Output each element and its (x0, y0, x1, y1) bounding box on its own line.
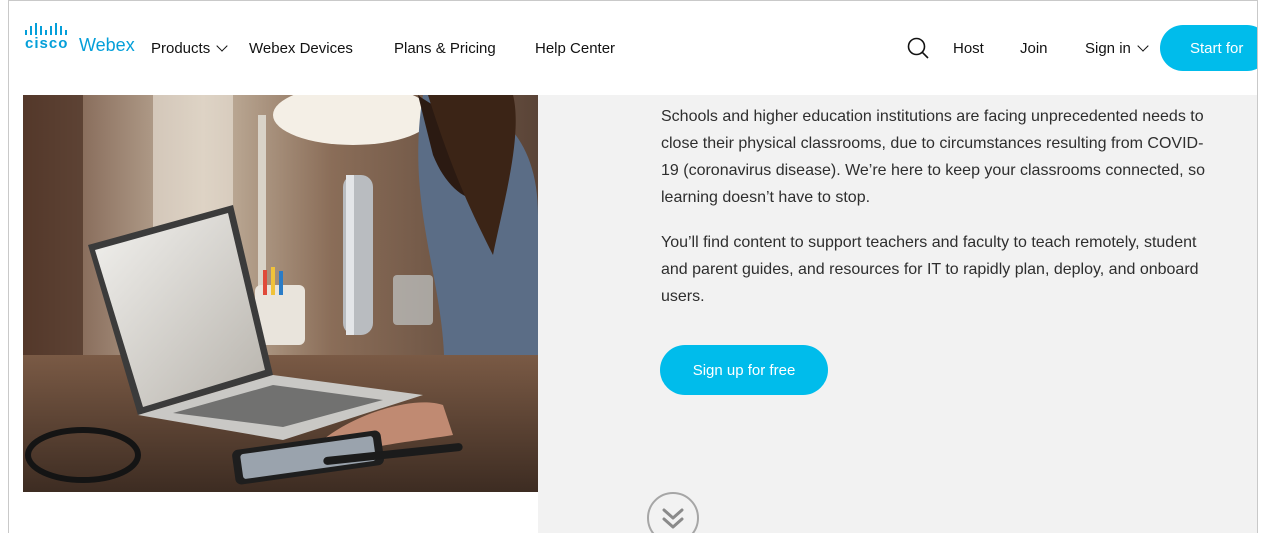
cisco-webex-logo[interactable]: cisco Webex (25, 23, 135, 63)
host-link[interactable]: Host (953, 38, 984, 58)
start-button-label: Start for (1190, 39, 1244, 57)
woman-with-laptop-illustration (23, 95, 538, 492)
join-label: Join (1020, 39, 1048, 57)
chevron-down-icon (1137, 39, 1149, 52)
host-label: Host (953, 39, 984, 57)
nav-products-label: Products (151, 39, 211, 57)
webex-wordmark: Webex (79, 35, 135, 55)
resources-paragraph: You’ll find content to support teachers … (661, 234, 1199, 305)
nav-help-center[interactable]: Help Center (535, 38, 615, 58)
nav-webex-devices-label: Webex Devices (249, 39, 353, 57)
hero-image (23, 95, 538, 492)
sign-in-label: Sign in (1085, 39, 1131, 57)
nav-help-center-label: Help Center (535, 39, 616, 57)
nav-plans-pricing[interactable]: Plans & Pricing (394, 38, 496, 58)
intro-paragraph: Schools and higher education institution… (661, 108, 1205, 206)
cisco-bridge-icon (25, 23, 75, 35)
sign-up-for-free-button[interactable]: Sign up for free (660, 345, 828, 395)
window-border-right (1257, 0, 1258, 533)
cisco-wordmark: cisco (25, 35, 69, 52)
search-icon[interactable] (906, 36, 930, 60)
cisco-logo: cisco (25, 23, 75, 51)
double-chevron-down-icon[interactable] (646, 491, 700, 533)
join-link[interactable]: Join (1020, 38, 1048, 58)
signup-button-label: Sign up for free (692, 361, 796, 379)
site-header: cisco Webex Products Webex Devices Plans… (9, 0, 1262, 95)
nav-plans-pricing-label: Plans & Pricing (394, 39, 496, 57)
nav-products[interactable]: Products (151, 38, 228, 58)
nav-webex-devices[interactable]: Webex Devices (249, 38, 353, 58)
chevron-down-icon (216, 39, 228, 52)
sign-in-menu[interactable]: Sign in (1085, 38, 1149, 58)
start-for-free-button[interactable]: Start for (1160, 25, 1262, 71)
